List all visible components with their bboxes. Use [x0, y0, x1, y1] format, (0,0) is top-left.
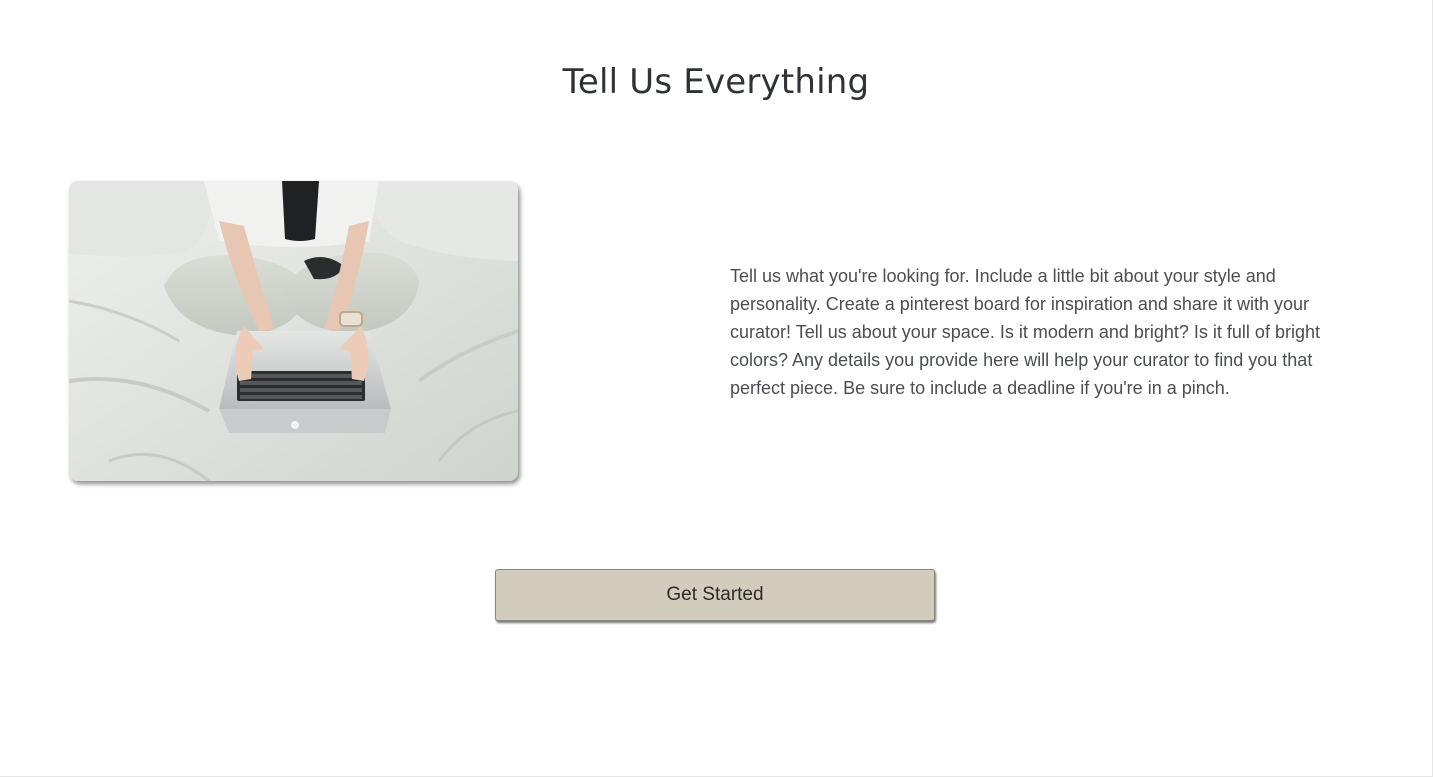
get-started-button[interactable]: Get Started	[495, 569, 935, 621]
section-description: Tell us what you're looking for. Include…	[730, 266, 1320, 398]
page: Tell Us Everything Tell us what you're l…	[0, 0, 1433, 777]
page-title: Tell Us Everything	[562, 62, 870, 102]
laptop-photo	[69, 181, 518, 481]
